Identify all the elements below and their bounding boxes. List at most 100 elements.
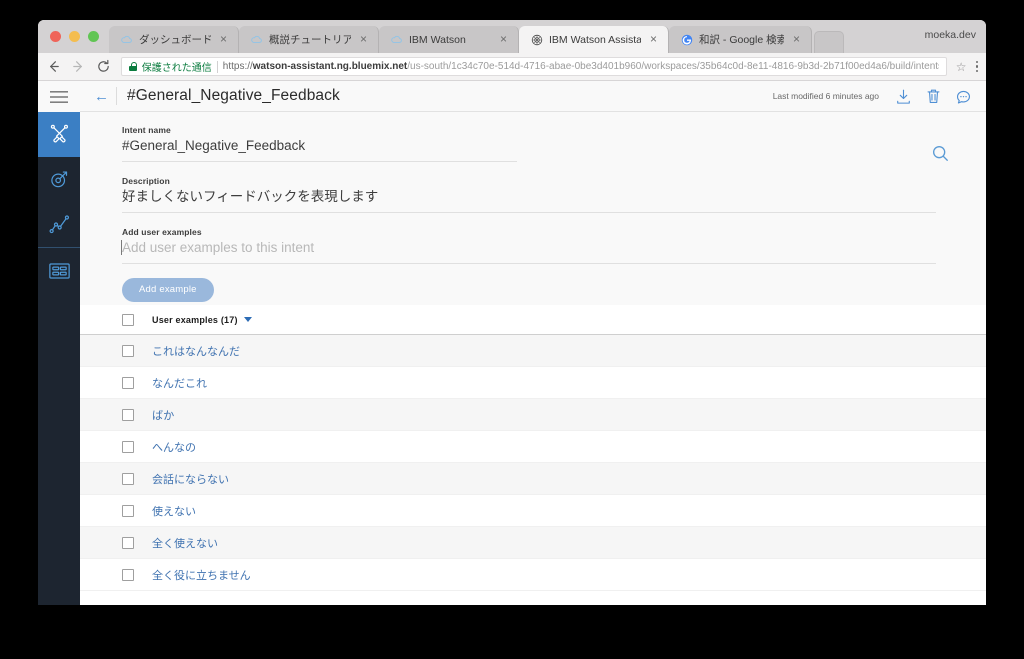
sidebar-item-content-catalog[interactable] <box>38 248 80 293</box>
download-icon[interactable] <box>895 88 912 105</box>
list-item-label[interactable]: 全く役に立ちません <box>152 567 251 583</box>
window-traffic-lights <box>46 20 109 53</box>
row-checkbox[interactable] <box>122 440 134 453</box>
add-user-examples-input[interactable]: Add user examples to this intent <box>121 237 936 264</box>
tools-icon <box>49 124 70 145</box>
list-item[interactable]: なんだこれ <box>80 367 986 399</box>
intent-name-field: Intent name #General_Negative_Feedback <box>122 125 944 162</box>
close-window-button[interactable] <box>50 31 61 42</box>
main-content: ← #General_Negative_Feedback Last modifi… <box>80 81 986 605</box>
add-example-button[interactable]: Add example <box>122 277 214 302</box>
intent-name-input[interactable]: #General_Negative_Feedback <box>122 135 517 162</box>
sidebar-item-improve[interactable] <box>38 202 80 247</box>
list-item[interactable]: 全く使えない <box>80 527 986 559</box>
row-checkbox[interactable] <box>122 568 134 581</box>
row-checkbox[interactable] <box>122 472 134 485</box>
list-item-label[interactable]: 会話にならない <box>152 471 229 487</box>
secure-connection-label: 保護された通信 <box>141 63 212 74</box>
sidebar-item-deploy[interactable] <box>38 157 80 202</box>
list-item[interactable]: へんなの <box>80 431 986 463</box>
list-item[interactable]: ばか <box>80 399 986 431</box>
close-icon[interactable]: × <box>790 33 803 46</box>
add-user-examples-label: Add user examples <box>122 226 202 237</box>
trash-icon[interactable] <box>925 88 942 105</box>
ibm-cloud-icon <box>390 33 403 46</box>
page-title: #General_Negative_Feedback <box>127 87 340 104</box>
list-item-label[interactable]: ばか <box>152 407 174 423</box>
lock-icon <box>128 62 137 71</box>
list-item[interactable]: 使えない <box>80 495 986 527</box>
list-item-label[interactable]: なんだこれ <box>152 375 207 391</box>
browser-tab-google-search[interactable]: 和訳 - Google 検索 × <box>669 26 812 53</box>
description-input[interactable]: 好ましくないフィードバックを表現します <box>122 186 936 213</box>
browser-toolbar: 保護された通信 https://watson-assistant.ng.blue… <box>38 53 986 81</box>
list-item-label[interactable]: へんなの <box>152 439 196 455</box>
deploy-target-icon <box>49 169 70 190</box>
ibm-cloud-icon <box>250 33 263 46</box>
back-arrow-icon[interactable]: ← <box>94 89 112 104</box>
close-icon[interactable]: × <box>497 33 510 46</box>
search-icon[interactable] <box>931 144 950 163</box>
watson-assistant-icon <box>530 33 543 46</box>
intent-header-bar: ← #General_Negative_Feedback Last modifi… <box>80 81 986 112</box>
list-item-label[interactable]: これはなんなんだ <box>152 343 240 359</box>
user-examples-list-header: User examples (17) <box>80 305 986 335</box>
browser-tab-title: IBM Watson <box>409 33 466 46</box>
browser-tab-dashboard[interactable]: ダッシュボード - IBM Cloud × <box>109 26 239 53</box>
browser-tab-title: 和訳 - Google 検索 <box>699 34 784 46</box>
new-tab-button[interactable] <box>814 31 844 53</box>
maximize-window-button[interactable] <box>88 31 99 42</box>
close-icon[interactable]: × <box>357 33 370 46</box>
bookmark-star-icon[interactable]: ☆ <box>956 60 967 74</box>
list-item[interactable]: 全く役に立ちません <box>80 559 986 591</box>
browser-window: ダッシュボード - IBM Cloud × 概説チュートリアル × IBM Wa… <box>38 20 986 605</box>
minimize-window-button[interactable] <box>69 31 80 42</box>
close-icon[interactable]: × <box>647 33 660 46</box>
row-checkbox[interactable] <box>122 376 134 389</box>
list-item[interactable]: これはなんなんだ <box>80 335 986 367</box>
url-text: https://watson-assistant.ng.bluemix.net/… <box>223 61 939 72</box>
close-icon[interactable]: × <box>217 33 230 46</box>
description-field: Description 好ましくないフィードバックを表現します <box>122 176 944 213</box>
reload-icon[interactable] <box>96 59 112 75</box>
row-checkbox[interactable] <box>122 408 134 421</box>
intent-name-label: Intent name <box>122 125 171 135</box>
header-divider <box>116 87 117 105</box>
row-checkbox[interactable] <box>122 504 134 517</box>
back-icon[interactable] <box>46 59 62 75</box>
forward-icon[interactable] <box>71 59 87 75</box>
ibm-cloud-icon <box>120 33 133 46</box>
analytics-line-icon <box>49 214 70 235</box>
add-user-examples-field: Add user examples Add user examples to t… <box>121 226 944 264</box>
row-checkbox[interactable] <box>122 344 134 357</box>
url-divider <box>216 60 218 73</box>
list-item-label[interactable]: 全く使えない <box>152 535 218 551</box>
profile-name-label[interactable]: moeka.dev <box>925 29 976 41</box>
row-checkbox[interactable] <box>122 536 134 549</box>
hamburger-menu-button[interactable] <box>38 81 80 112</box>
url-path: /us-south/1c34c70e-514d-4716-abae-0be3d4… <box>407 61 939 72</box>
google-icon <box>680 33 693 46</box>
browser-tab-title: ダッシュボード - IBM Cloud <box>139 34 211 46</box>
user-examples-list: User examples (17) これはなんなんだ なんだこれ ばか へんな… <box>80 305 986 605</box>
watson-assistant-app: ← #General_Negative_Feedback Last modifi… <box>38 81 986 605</box>
list-item[interactable]: 会話にならない <box>80 463 986 495</box>
user-examples-count-label: User examples (17) <box>152 314 238 325</box>
caret-down-icon[interactable] <box>243 317 252 322</box>
address-bar[interactable]: 保護された通信 https://watson-assistant.ng.blue… <box>120 57 947 76</box>
browser-tab-title: 概説チュートリアル <box>269 34 351 46</box>
chat-icon[interactable] <box>955 88 972 105</box>
select-all-checkbox[interactable] <box>122 313 134 326</box>
browser-menu-icon[interactable] <box>975 60 979 73</box>
description-label: Description <box>122 175 170 186</box>
browser-tab-strip: ダッシュボード - IBM Cloud × 概説チュートリアル × IBM Wa… <box>38 20 986 53</box>
left-nav-rail <box>38 81 80 605</box>
url-host: watson-assistant.ng.bluemix.net <box>252 61 408 72</box>
sidebar-item-build[interactable] <box>38 112 80 157</box>
browser-tab-tutorial[interactable]: 概説チュートリアル × <box>239 26 379 53</box>
list-item-label[interactable]: 使えない <box>152 503 196 519</box>
last-modified-label: Last modified 6 minutes ago <box>772 91 879 101</box>
intent-form: Intent name #General_Negative_Feedback D… <box>80 112 986 305</box>
browser-tab-ibm-watson[interactable]: IBM Watson × <box>379 26 519 53</box>
browser-tab-watson-assistant[interactable]: IBM Watson Assistant × <box>519 26 669 53</box>
